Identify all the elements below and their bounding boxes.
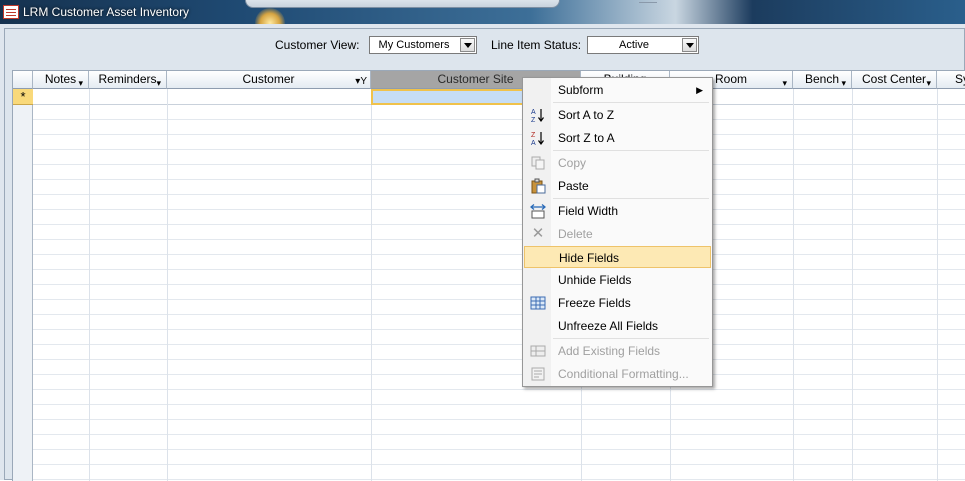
- menu-item-sort-z-to-a[interactable]: ZA Sort Z to A: [524, 127, 711, 149]
- form-icon: [3, 5, 19, 19]
- menu-separator: [553, 198, 709, 199]
- column-header-notes[interactable]: Notes ▾: [33, 71, 89, 89]
- menu-item-subform[interactable]: Subform ▶: [524, 79, 711, 101]
- chevron-right-icon: ▶: [696, 85, 703, 95]
- menu-item-conditional-formatting[interactable]: Conditional Formatting...: [524, 363, 711, 385]
- chevron-down-icon[interactable]: [460, 38, 475, 52]
- customer-view-value: My Customers: [378, 39, 450, 51]
- menu-item-hide-fields[interactable]: Hide Fields: [524, 246, 711, 268]
- menu-item-add-existing-fields[interactable]: Add Existing Fields: [524, 340, 711, 362]
- form-body: Customer View: My Customers Line Item St…: [0, 24, 965, 481]
- line-item-status-combo[interactable]: Active: [587, 36, 699, 54]
- menu-item-paste[interactable]: Paste: [524, 175, 711, 197]
- column-header-customer[interactable]: Customer ▾Y: [167, 71, 371, 89]
- menu-separator: [553, 102, 709, 103]
- menu-item-sort-a-to-z[interactable]: AZ Sort A to Z: [524, 104, 711, 126]
- paste-icon: [530, 178, 546, 194]
- datasheet: Notes ▾ Reminders ▾ Customer ▾Y Customer Si…: [12, 70, 965, 481]
- grip-icon: [639, 0, 657, 3]
- desktop-background-art: [255, 8, 285, 24]
- customer-view-combo[interactable]: My Customers: [369, 36, 477, 54]
- menu-item-unfreeze-all-fields[interactable]: Unfreeze All Fields: [524, 315, 711, 337]
- svg-text:Z: Z: [531, 132, 536, 139]
- column-divider: [793, 89, 794, 481]
- window-title: LRM Customer Asset Inventory: [23, 5, 190, 19]
- chevron-down-icon[interactable]: ▾: [926, 75, 931, 88]
- svg-text:Z: Z: [531, 117, 536, 123]
- svg-text:A: A: [531, 109, 536, 116]
- filter-bar: Customer View: My Customers Line Item St…: [5, 29, 965, 62]
- chevron-down-icon[interactable]: ▾: [156, 75, 161, 88]
- column-header-sy[interactable]: Sy: [937, 71, 965, 89]
- menu-separator: [553, 150, 709, 151]
- window-title-bar: LRM Customer Asset Inventory: [0, 0, 965, 24]
- menu-separator: [553, 338, 709, 339]
- form-frame: Customer View: My Customers Line Item St…: [4, 28, 965, 481]
- column-divider: [89, 89, 90, 481]
- column-divider: [371, 89, 372, 481]
- copy-icon: [530, 155, 546, 171]
- sort-descending-icon: ZA: [530, 130, 546, 147]
- column-divider: [852, 89, 853, 481]
- delete-icon: ✕: [531, 225, 545, 242]
- record-selector-column: *: [13, 89, 33, 481]
- field-width-icon: [529, 203, 547, 219]
- menu-item-unhide-fields[interactable]: Unhide Fields: [524, 269, 711, 291]
- column-header-cost-center[interactable]: Cost Center ▾: [852, 71, 937, 89]
- menu-item-delete[interactable]: ✕ Delete: [524, 223, 711, 245]
- menu-item-copy[interactable]: Copy: [524, 152, 711, 174]
- column-header-bench[interactable]: Bench ▾: [793, 71, 852, 89]
- filter-icon[interactable]: ▾Y: [355, 73, 367, 88]
- chevron-down-icon[interactable]: [682, 38, 697, 52]
- sort-ascending-icon: AZ: [530, 107, 546, 124]
- column-divider: [167, 89, 168, 481]
- column-header-reminders[interactable]: Reminders ▾: [89, 71, 167, 89]
- chevron-down-icon[interactable]: ▾: [841, 75, 846, 88]
- svg-text:A: A: [531, 140, 536, 146]
- line-item-status-value: Active: [619, 39, 649, 51]
- ribbon-collapse-tab[interactable]: [245, 0, 657, 8]
- new-record-icon[interactable]: *: [13, 89, 33, 105]
- line-item-status-label: Line Item Status:: [491, 38, 582, 52]
- datasheet-grid[interactable]: [33, 89, 965, 481]
- menu-item-field-width[interactable]: Field Width: [524, 200, 711, 222]
- add-existing-fields-icon: [530, 343, 546, 359]
- customer-view-label: Customer View:: [275, 38, 360, 52]
- conditional-formatting-icon: [530, 366, 546, 382]
- chevron-down-icon[interactable]: ▾: [78, 75, 83, 88]
- chevron-down-icon[interactable]: ▾: [782, 75, 787, 88]
- menu-item-freeze-fields[interactable]: Freeze Fields: [524, 292, 711, 314]
- column-divider: [937, 89, 938, 481]
- column-context-menu: Subform ▶ AZ Sort A to Z ZA Sort Z to A …: [522, 77, 713, 387]
- select-all-corner[interactable]: [13, 71, 33, 89]
- freeze-fields-icon: [530, 295, 546, 311]
